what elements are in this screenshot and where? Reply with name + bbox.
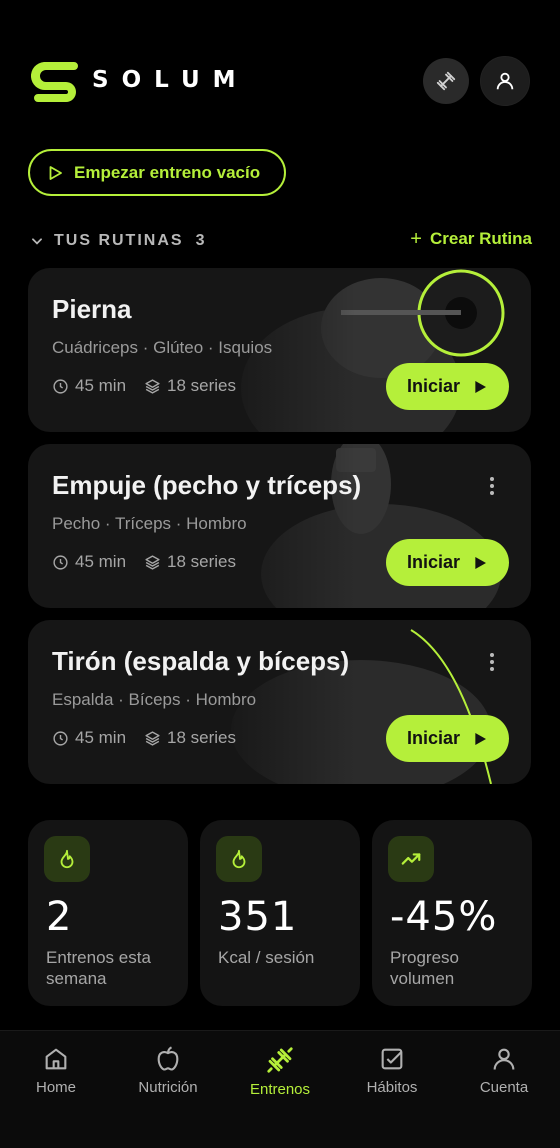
routine-card[interactable]: Pierna Cuádriceps · Glúteo · Isquios 45 … (28, 268, 531, 432)
clock-icon (53, 378, 68, 394)
start-routine-label: Iniciar (406, 376, 461, 396)
header-profile-button[interactable] (480, 56, 530, 106)
start-routine-label: Iniciar (406, 728, 461, 748)
nav-label: Cuenta (479, 1079, 529, 1096)
routines-title: TUS RUTINAS (54, 232, 184, 249)
routine-name: Empuje (pecho y tríceps) (52, 470, 362, 500)
stat-card: 2 Entrenos esta semana (28, 820, 188, 1006)
stat-card: -45% Progreso volumen (372, 820, 532, 1006)
start-routine-label: Iniciar (406, 552, 461, 572)
routine-series-label: 18 series (167, 728, 237, 747)
routine-series-label: 18 series (167, 376, 237, 395)
create-routine-label: Crear Rutina (429, 229, 532, 248)
stat-value: -45% (390, 894, 498, 940)
stat-label: Entrenos esta semana (46, 948, 151, 988)
nav-label: Home (35, 1079, 76, 1096)
routine-duration: 45 min (52, 376, 126, 396)
routine-meta: 45 min 18 series (52, 376, 254, 396)
plus-icon: + (410, 228, 422, 250)
routine-series-label: 18 series (167, 552, 237, 571)
flame-icon (44, 836, 90, 882)
nav-label: Entrenos (249, 1081, 311, 1098)
play-outline-icon (49, 165, 62, 180)
nav-item-habits[interactable]: Hábitos (342, 1045, 442, 1096)
routine-series: 18 series (144, 728, 236, 748)
dumbbell-icon (267, 1047, 293, 1073)
routine-meta: 45 min 18 series (52, 728, 254, 748)
header-dumbbell-button[interactable] (423, 58, 469, 104)
checkbox-icon (381, 1048, 403, 1070)
start-routine-button[interactable]: Iniciar (386, 363, 509, 410)
stat-value: 351 (218, 894, 298, 940)
routine-muscles: Espalda · Bíceps · Hombro (52, 690, 257, 709)
stat-value: 2 (46, 894, 73, 940)
brand-name: SOLUM (92, 67, 249, 93)
brand-logo: SOLUM (30, 58, 249, 102)
trend-up-icon (388, 836, 434, 882)
routine-duration: 45 min (52, 728, 126, 748)
stat-card: 351 Kcal / sesión (200, 820, 360, 1006)
dumbbell-icon (436, 71, 456, 91)
routine-duration-label: 45 min (75, 728, 127, 747)
routine-duration-label: 45 min (75, 552, 127, 571)
routine-name: Pierna (52, 294, 132, 324)
routine-meta: 45 min 18 series (52, 552, 254, 572)
routine-card[interactable]: Empuje (pecho y tríceps) Pecho · Tríceps… (28, 444, 531, 608)
nav-label: Hábitos (366, 1079, 418, 1096)
stat-label: Kcal / sesión (218, 948, 315, 967)
routines-section-header: TUS RUTINAS 3 + Crear Rutina (30, 229, 532, 253)
more-options-icon[interactable] (489, 476, 495, 496)
layers-icon (145, 730, 160, 746)
nav-item-account[interactable]: Cuenta (454, 1045, 554, 1096)
nav-item-nutrition[interactable]: Nutrición (118, 1045, 218, 1096)
routine-series: 18 series (144, 376, 236, 396)
routine-duration-label: 45 min (75, 376, 127, 395)
flame-icon (216, 836, 262, 882)
start-routine-button[interactable]: Iniciar (386, 715, 509, 762)
chevron-down-icon[interactable] (30, 234, 44, 248)
home-icon (45, 1048, 67, 1070)
user-icon (493, 1048, 515, 1070)
layers-icon (145, 554, 160, 570)
play-icon (475, 556, 487, 569)
stat-label: Progreso volumen (390, 948, 459, 988)
more-options-icon[interactable] (489, 652, 495, 672)
routine-name: Tirón (espalda y bíceps) (52, 646, 350, 676)
app-header: SOLUM (0, 0, 560, 140)
start-empty-workout-button[interactable]: Empezar entreno vacío (28, 149, 286, 196)
bottom-navigation: Home Nutrición Entrenos Hábitos Cuenta (0, 1030, 560, 1148)
create-routine-button[interactable]: + Crear Rutina (410, 229, 532, 249)
play-icon (475, 380, 487, 393)
clock-icon (53, 730, 68, 746)
routine-duration: 45 min (52, 552, 126, 572)
routine-card[interactable]: Tirón (espalda y bíceps) Espalda · Bícep… (28, 620, 531, 784)
start-empty-workout-label: Empezar entreno vacío (74, 162, 261, 182)
apple-icon (157, 1046, 179, 1071)
nav-item-workouts[interactable]: Entrenos (230, 1045, 330, 1098)
play-icon (475, 732, 487, 745)
clock-icon (53, 554, 68, 570)
routine-series: 18 series (144, 552, 236, 572)
layers-icon (145, 378, 160, 394)
user-icon (496, 72, 514, 90)
logo-mark-icon (30, 62, 78, 102)
nav-item-home[interactable]: Home (6, 1045, 106, 1096)
routines-count: 3 (195, 232, 205, 249)
nav-label: Nutrición (138, 1079, 198, 1096)
routine-muscles: Cuádriceps · Glúteo · Isquios (52, 338, 273, 357)
start-routine-button[interactable]: Iniciar (386, 539, 509, 586)
routine-muscles: Pecho · Tríceps · Hombro (52, 514, 247, 533)
